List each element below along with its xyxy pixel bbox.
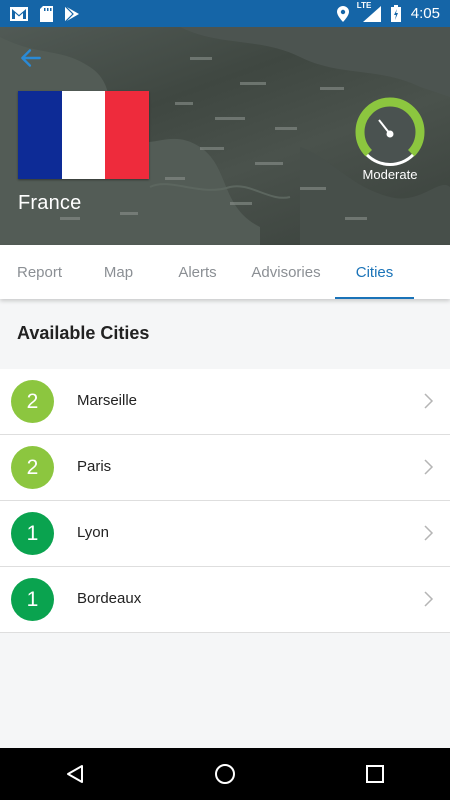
flag-stripe-blue [18,91,62,179]
section-title: Available Cities [17,323,150,343]
tab-report[interactable]: Report [0,245,79,299]
air-quality-score-badge: 2 [11,446,54,489]
tab-cities[interactable]: Cities [335,245,414,299]
list-item-city[interactable]: 1 Bordeaux [0,567,450,633]
battery-icon [390,5,401,22]
signal-icon [362,5,381,22]
back-arrow-icon[interactable] [18,45,44,71]
tab-alerts[interactable]: Alerts [158,245,237,299]
tab-advisories[interactable]: Advisories [237,245,335,299]
chevron-right-icon [424,525,434,541]
city-name: Lyon [77,524,109,541]
air-quality-score-badge: 1 [11,512,54,555]
country-header: France Moderate [0,27,450,245]
list-item-city[interactable]: 2 Paris [0,435,450,501]
gmail-icon [10,6,28,21]
tab-map[interactable]: Map [79,245,158,299]
air-quality-score-badge: 2 [11,380,54,423]
system-nav-bar [0,748,450,800]
home-circle-icon [215,764,235,784]
back-triangle-icon [67,765,83,783]
nav-recents-button[interactable] [355,754,395,794]
tab-bar: Report Map Alerts Advisories Cities [0,245,450,299]
list-item-city[interactable]: 1 Lyon [0,501,450,567]
city-name: Bordeaux [77,590,142,607]
chevron-right-icon [424,459,434,475]
list-item-city[interactable]: 2 Marseille [0,369,450,435]
location-icon [336,5,349,22]
country-flag [18,91,150,179]
city-name: Marseille [77,392,138,409]
chevron-right-icon [424,393,434,409]
sd-card-icon [40,5,53,22]
city-name: Paris [77,458,112,475]
nav-home-button[interactable] [205,754,245,794]
status-bar: LTE 4:05 [0,0,450,27]
nav-back-button[interactable] [55,754,95,794]
air-quality-score-badge: 1 [11,578,54,621]
recents-square-icon [366,765,384,783]
city-list: 2 Marseille 2 Paris 1 Lyon 1 Bordeaux [0,369,450,633]
clock: 4:05 [410,5,440,22]
flag-stripe-white [61,91,106,179]
play-store-icon [65,5,79,22]
air-quality-label: Moderate [362,167,418,182]
flag-stripe-red [105,91,150,179]
chevron-right-icon [424,591,434,607]
air-quality-gauge-icon [355,97,425,166]
country-name: France [18,192,82,214]
